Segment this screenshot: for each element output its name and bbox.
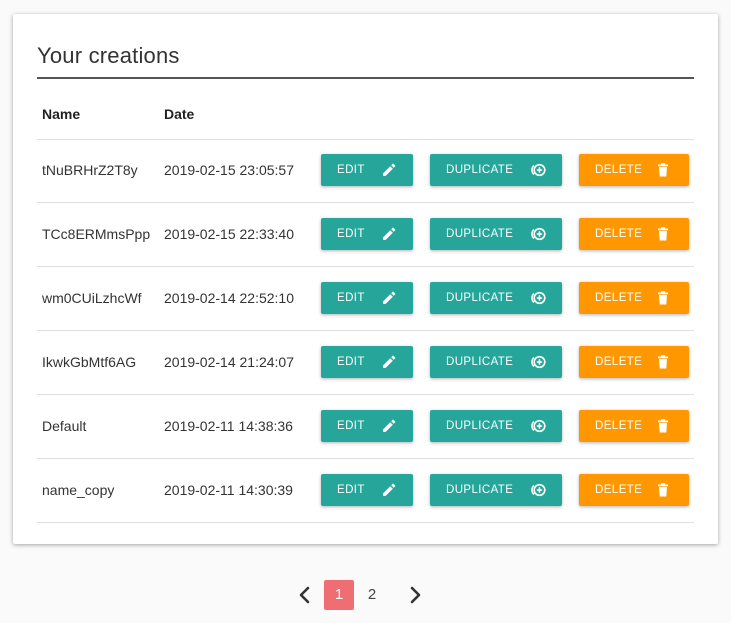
duplicate-button[interactable]: DUPLICATE xyxy=(430,154,562,186)
duplicate-button-label: DUPLICATE xyxy=(446,420,514,432)
creation-name: name_copy xyxy=(42,482,115,498)
edit-button-label: EDIT xyxy=(337,356,365,368)
delete-button[interactable]: DELETE xyxy=(579,410,689,442)
delete-button-label: DELETE xyxy=(595,164,643,176)
pencil-icon xyxy=(381,354,397,370)
delete-button-label: DELETE xyxy=(595,484,643,496)
trash-icon xyxy=(655,482,671,498)
title-divider xyxy=(37,77,694,79)
creation-name: IkwkGbMtf6AG xyxy=(42,354,137,370)
delete-button-label: DELETE xyxy=(595,420,643,432)
chevron-left-icon[interactable] xyxy=(296,584,314,606)
duplicate-button-label: DUPLICATE xyxy=(446,228,514,240)
delete-button-label: DELETE xyxy=(595,228,643,240)
trash-icon xyxy=(655,226,671,242)
creation-date: 2019-02-15 23:05:57 xyxy=(164,162,294,178)
copy-circle-icon xyxy=(530,482,546,498)
delete-button[interactable]: DELETE xyxy=(579,218,689,250)
edit-button-label: EDIT xyxy=(337,420,365,432)
duplicate-button-label: DUPLICATE xyxy=(446,356,514,368)
table-row: TCc8ERMmsPpp 2019-02-15 22:33:40 EDIT DUPLI… xyxy=(37,203,694,267)
copy-circle-icon xyxy=(530,290,546,306)
creation-name: wm0CUiLzhcWf xyxy=(42,290,142,306)
pencil-icon xyxy=(381,162,397,178)
trash-icon xyxy=(655,290,671,306)
page-title: Your creations xyxy=(37,43,180,68)
table-body: tNuBRHrZ2T8y 2019-02-15 23:05:57 EDIT DUPLI… xyxy=(37,139,694,523)
trash-icon xyxy=(655,162,671,178)
edit-button[interactable]: EDIT xyxy=(321,282,413,314)
delete-button-label: DELETE xyxy=(595,292,643,304)
pagination: 1 2 xyxy=(0,580,731,610)
edit-button[interactable]: EDIT xyxy=(321,154,413,186)
duplicate-button-label: DUPLICATE xyxy=(446,164,514,176)
edit-button[interactable]: EDIT xyxy=(321,410,413,442)
table-row: IkwkGbMtf6AG 2019-02-14 21:24:07 EDIT DUPLI… xyxy=(37,331,694,395)
edit-button[interactable]: EDIT xyxy=(321,474,413,506)
page-2-button[interactable]: 2 xyxy=(357,580,387,610)
creation-name: TCc8ERMmsPpp xyxy=(42,226,151,242)
creation-date: 2019-02-14 21:24:07 xyxy=(164,354,294,370)
duplicate-button-label: DUPLICATE xyxy=(446,292,514,304)
pencil-icon xyxy=(381,482,397,498)
table-row: Default 2019-02-11 14:38:36 EDIT DUPLICATE D… xyxy=(37,395,694,459)
edit-button-label: EDIT xyxy=(337,228,365,240)
trash-icon xyxy=(655,354,671,370)
copy-circle-icon xyxy=(530,418,546,434)
duplicate-button[interactable]: DUPLICATE xyxy=(430,346,562,378)
duplicate-button[interactable]: DUPLICATE xyxy=(430,218,562,250)
creation-date: 2019-02-11 14:38:36 xyxy=(164,418,293,434)
column-header-date: Date xyxy=(164,106,195,122)
delete-button[interactable]: DELETE xyxy=(579,154,689,186)
creation-date: 2019-02-15 22:33:40 xyxy=(164,226,294,242)
delete-button[interactable]: DELETE xyxy=(579,282,689,314)
edit-button[interactable]: EDIT xyxy=(321,346,413,378)
creation-name: Default xyxy=(42,418,87,434)
creation-name: tNuBRHrZ2T8y xyxy=(42,162,138,178)
table-row: wm0CUiLzhcWf 2019-02-14 22:52:10 EDIT DUPLI… xyxy=(37,267,694,331)
delete-button-label: DELETE xyxy=(595,356,643,368)
chevron-right-icon[interactable] xyxy=(406,584,424,606)
edit-button-label: EDIT xyxy=(337,484,365,496)
copy-circle-icon xyxy=(530,354,546,370)
duplicate-button-label: DUPLICATE xyxy=(446,484,514,496)
trash-icon xyxy=(655,418,671,434)
delete-button[interactable]: DELETE xyxy=(579,346,689,378)
column-header-name: Name xyxy=(42,106,81,122)
creation-date: 2019-02-14 22:52:10 xyxy=(164,290,294,306)
duplicate-button[interactable]: DUPLICATE xyxy=(430,282,562,314)
edit-button-label: EDIT xyxy=(337,292,365,304)
table-row: tNuBRHrZ2T8y 2019-02-15 23:05:57 EDIT DUPLI… xyxy=(37,139,694,203)
table-row: name_copy 2019-02-11 14:30:39 EDIT DUPLICAT… xyxy=(37,459,694,523)
copy-circle-icon xyxy=(530,162,546,178)
edit-button[interactable]: EDIT xyxy=(321,218,413,250)
copy-circle-icon xyxy=(530,226,546,242)
table-header: Name Date xyxy=(37,104,694,140)
creation-date: 2019-02-11 14:30:39 xyxy=(164,482,293,498)
edit-button-label: EDIT xyxy=(337,164,365,176)
creations-card: Your creations Name Date tNuBRHrZ2T8y 201… xyxy=(13,14,718,544)
pencil-icon xyxy=(381,226,397,242)
pencil-icon xyxy=(381,418,397,434)
duplicate-button[interactable]: DUPLICATE xyxy=(430,410,562,442)
page-1-button[interactable]: 1 xyxy=(324,580,354,610)
duplicate-button[interactable]: DUPLICATE xyxy=(430,474,562,506)
delete-button[interactable]: DELETE xyxy=(579,474,689,506)
pencil-icon xyxy=(381,290,397,306)
